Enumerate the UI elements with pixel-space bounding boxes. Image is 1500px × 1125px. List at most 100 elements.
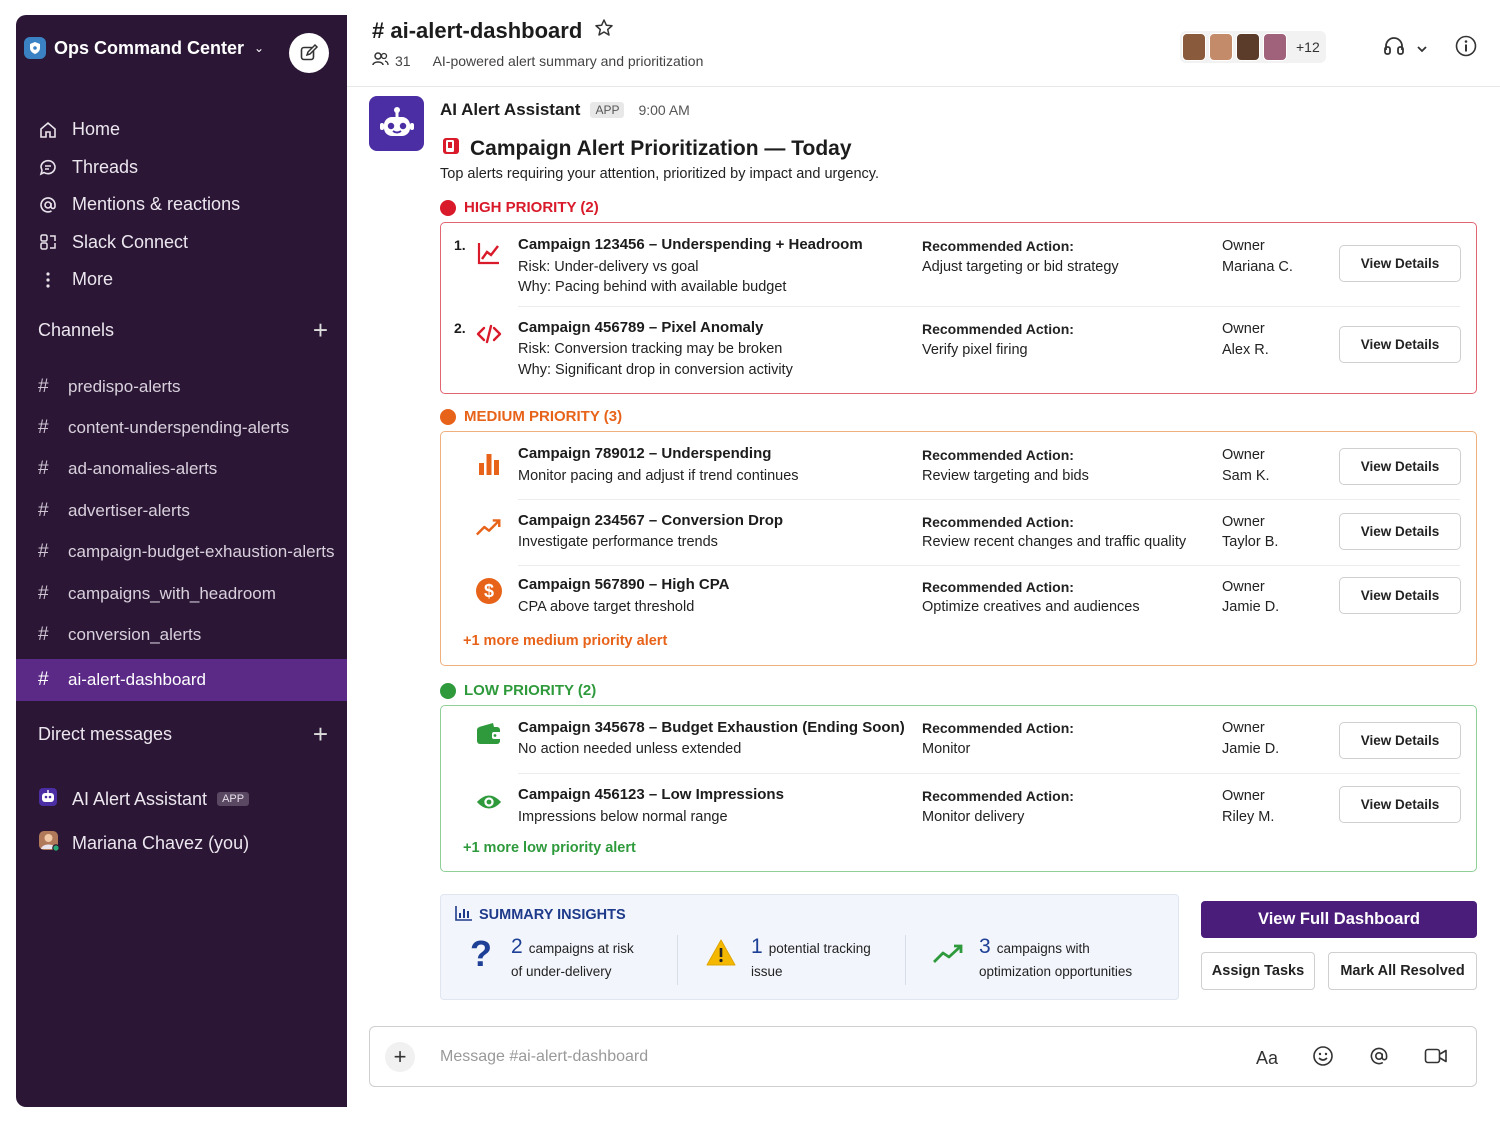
connect-icon (38, 232, 72, 252)
channel-item[interactable]: # advertiser-alerts (16, 490, 347, 531)
huddle-button[interactable] (1383, 36, 1427, 61)
add-channel-icon[interactable]: + (313, 317, 328, 343)
high-priority-box: 1. Campaign 123456 – Underspending + Hea… (440, 222, 1477, 394)
recommended-action-value: Review targeting and bids (922, 468, 1089, 484)
workspace-switcher[interactable]: Ops Command Center ⌄ (24, 37, 264, 59)
more-low-alerts-link[interactable]: +1 more low priority alert (463, 840, 636, 856)
channel-item-active[interactable]: # ai-alert-dashboard (16, 658, 347, 701)
avatar (1263, 33, 1287, 61)
medium-priority-box: Campaign 789012 – Underspending Monitor … (440, 431, 1477, 666)
trend-chart-icon (475, 239, 503, 267)
owner-value: Taylor B. (1222, 534, 1279, 550)
alert-title[interactable]: Campaign 456789 – Pixel Anomaly (518, 319, 763, 336)
sidebar-item-mentions[interactable]: Mentions & reactions (38, 186, 240, 224)
owner-value: Riley M. (1222, 809, 1275, 825)
channel-item[interactable]: # content-underspending-alerts (16, 407, 347, 448)
view-details-button[interactable]: View Details (1339, 326, 1461, 363)
channel-name: campaign-budget-exhaustion-alerts (68, 542, 335, 562)
channel-title[interactable]: # ai-alert-dashboard (372, 18, 614, 44)
medium-priority-header: MEDIUM PRIORITY (3) (440, 408, 622, 425)
recommended-action-value: Verify pixel firing (922, 342, 1028, 358)
channel-item[interactable]: # conversion_alerts (16, 614, 347, 655)
video-icon[interactable] (1424, 1047, 1448, 1070)
avatar (1182, 33, 1206, 61)
dm-item-ai-assistant[interactable]: AI Alert Assistant APP (38, 777, 250, 821)
alert-title[interactable]: Campaign 234567 – Conversion Drop (518, 512, 783, 529)
dm-header[interactable]: Direct messages + (38, 721, 328, 747)
recommended-action-value: Monitor delivery (922, 809, 1025, 825)
sidebar-item-slack-connect[interactable]: Slack Connect (38, 224, 240, 262)
alert-title[interactable]: Campaign 789012 – Underspending (518, 445, 771, 462)
alert-why: Why: Significant drop in conversion acti… (518, 362, 793, 378)
channel-name: predispo-alerts (68, 376, 181, 396)
mark-all-resolved-button[interactable]: Mark All Resolved (1328, 952, 1477, 990)
members-icon[interactable] (372, 52, 389, 69)
alert-detail: CPA above target threshold (518, 599, 695, 615)
view-full-dashboard-button[interactable]: View Full Dashboard (1201, 901, 1477, 938)
member-avatars[interactable]: +12 (1180, 31, 1326, 63)
low-priority-label: LOW PRIORITY (2) (464, 682, 597, 699)
channel-item[interactable]: # campaign-budget-exhaustion-alerts (16, 532, 347, 573)
channel-item[interactable]: # ad-anomalies-alerts (16, 449, 347, 490)
channel-name: content-underspending-alerts (68, 418, 290, 438)
svg-text:$: $ (484, 581, 494, 601)
dm-item-self[interactable]: Mariana Chavez (you) (38, 821, 249, 865)
code-icon (475, 320, 503, 348)
view-details-button[interactable]: View Details (1339, 786, 1461, 823)
row-divider (518, 306, 1460, 307)
owner-label: Owner (1222, 514, 1265, 530)
row-divider (518, 565, 1460, 566)
view-details-button[interactable]: View Details (1339, 245, 1461, 282)
alert-title[interactable]: Campaign 567890 – High CPA (518, 576, 729, 593)
compose-button[interactable] (289, 33, 329, 73)
more-icon (38, 270, 72, 290)
avatar (1236, 33, 1260, 61)
alert-title[interactable]: Campaign 345678 – Budget Exhaustion (End… (518, 719, 905, 736)
bot-avatar-icon[interactable] (369, 96, 424, 151)
sender-name[interactable]: AI Alert Assistant (440, 100, 580, 120)
channel-item[interactable]: # predispo-alerts (16, 366, 347, 407)
owner-label: Owner (1222, 579, 1265, 595)
channel-view: # ai-alert-dashboard 31 AI-powered alert… (347, 0, 1500, 1125)
add-dm-icon[interactable]: + (313, 721, 328, 747)
alert-title[interactable]: Campaign 456123 – Low Impressions (518, 786, 784, 803)
view-details-button[interactable]: View Details (1339, 448, 1461, 485)
more-medium-alerts-link[interactable]: +1 more medium priority alert (463, 633, 667, 649)
owner-label: Owner (1222, 321, 1265, 337)
view-details-button[interactable]: View Details (1339, 513, 1461, 550)
add-attachment-button[interactable]: + (385, 1042, 415, 1072)
formatting-button[interactable]: Aa (1256, 1048, 1278, 1069)
channels-header[interactable]: Channels + (38, 317, 328, 343)
stat-text: issue (751, 964, 783, 979)
high-priority-label: HIGH PRIORITY (2) (464, 199, 599, 216)
summary-stat: ? 2 campaigns at risk of under-delivery (463, 935, 634, 983)
owner-value: Mariana C. (1222, 259, 1293, 275)
high-priority-header: HIGH PRIORITY (2) (440, 199, 599, 216)
owner-value: Alex R. (1222, 342, 1269, 358)
sidebar-nav: Home Threads Mentions & reactions Slack … (38, 111, 240, 299)
sidebar-item-home[interactable]: Home (38, 111, 240, 149)
sidebar-item-more[interactable]: More (38, 261, 240, 299)
at-icon (38, 195, 72, 215)
view-details-button[interactable]: View Details (1339, 722, 1461, 759)
workspace-logo-icon (24, 37, 46, 59)
alert-title[interactable]: Campaign 123456 – Underspending + Headro… (518, 236, 863, 253)
assign-tasks-button[interactable]: Assign Tasks (1201, 952, 1315, 990)
view-details-button[interactable]: View Details (1339, 577, 1461, 614)
channel-item[interactable]: # campaigns_with_headroom (16, 573, 347, 614)
hash-icon: # (38, 668, 49, 690)
mention-icon[interactable] (1368, 1045, 1390, 1072)
medium-priority-label: MEDIUM PRIORITY (3) (464, 408, 623, 425)
star-icon[interactable] (594, 18, 614, 44)
member-count[interactable]: 31 (395, 53, 411, 69)
channel-name: conversion_alerts (68, 625, 202, 645)
channel-name: advertiser-alerts (68, 500, 190, 520)
stat-number: 1 (751, 935, 763, 958)
emoji-icon[interactable] (1312, 1045, 1334, 1072)
message-input[interactable] (440, 1044, 1200, 1070)
owner-label: Owner (1222, 447, 1265, 463)
info-icon[interactable] (1455, 35, 1477, 62)
message-timestamp[interactable]: 9:00 AM (638, 102, 689, 118)
sidebar-item-label: Threads (72, 156, 139, 177)
sidebar-item-threads[interactable]: Threads (38, 149, 240, 187)
